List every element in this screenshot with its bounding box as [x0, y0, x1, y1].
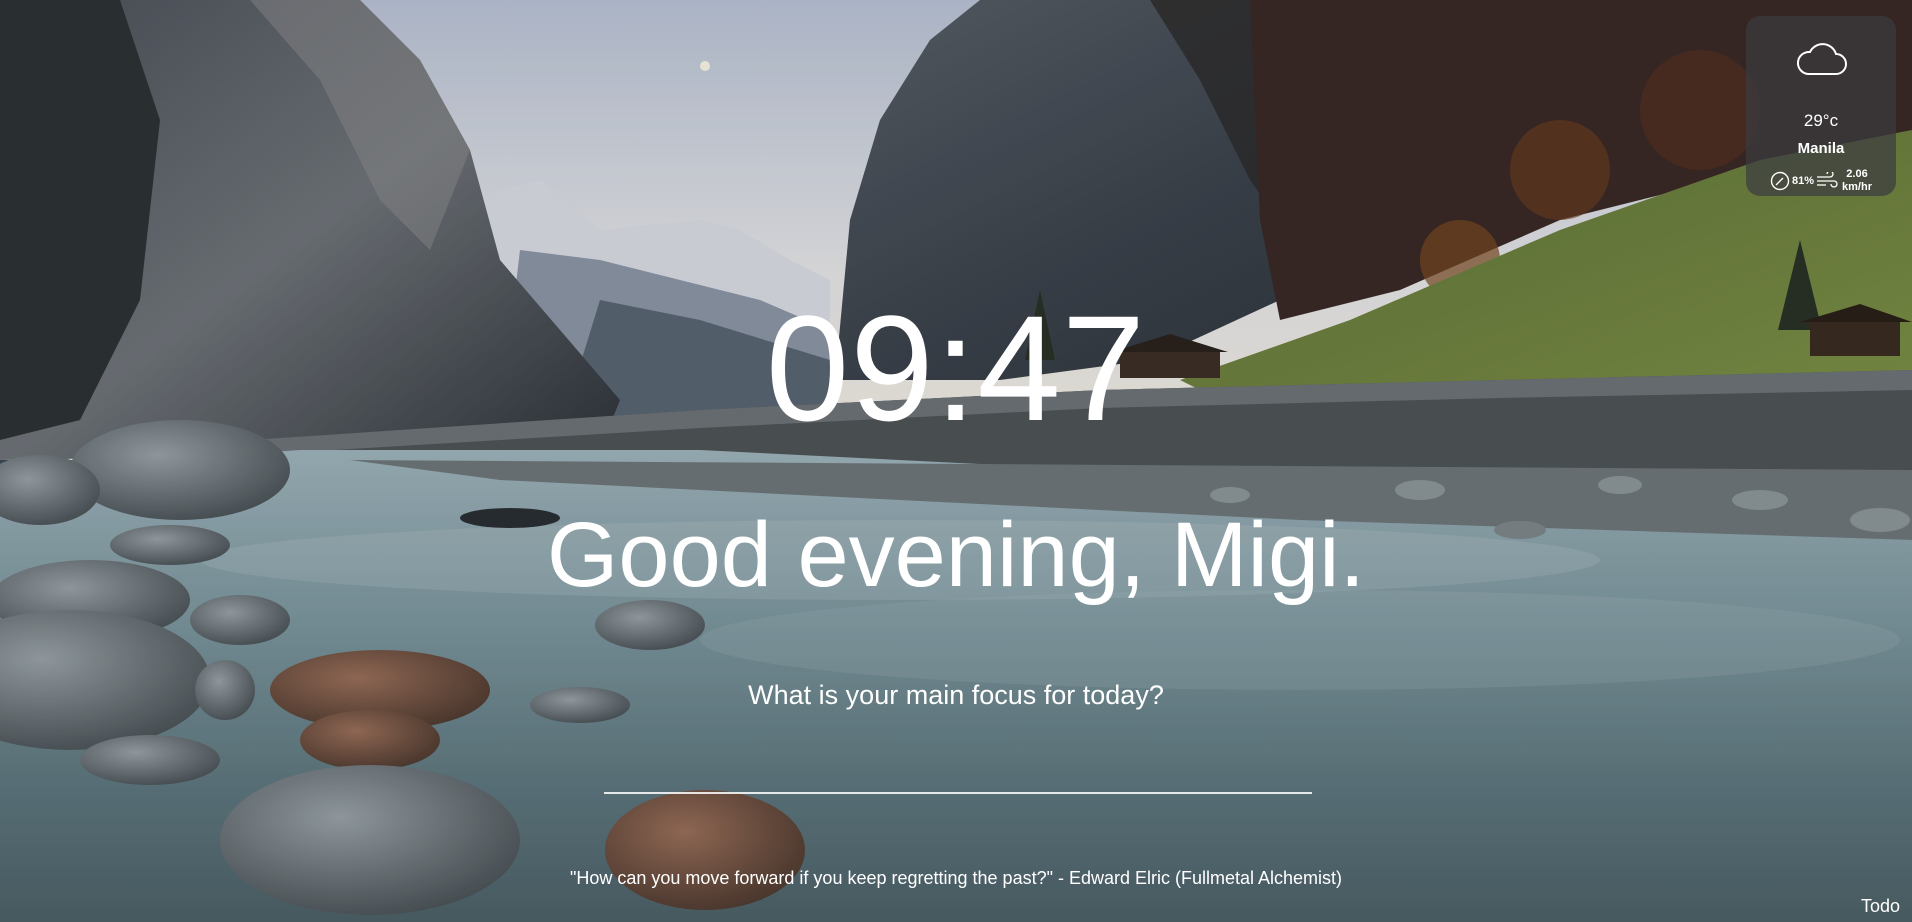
greeting-text: Good evening, Migi. — [546, 504, 1366, 606]
clock-time: 09:47 — [765, 284, 1147, 452]
humidity-gauge-icon — [1770, 171, 1790, 191]
weather-wind-speed: 2.06 — [1846, 168, 1868, 180]
todo-button[interactable]: Todo — [1861, 896, 1900, 917]
momentum-dashboard: 29°c Manila 81% 2.06 km/hr 09:47 Good ev… — [0, 0, 1912, 922]
focus-question: What is your main focus for today? — [748, 680, 1164, 710]
weather-humidity: 81% — [1792, 175, 1815, 187]
weather-widget[interactable]: 29°c Manila 81% 2.06 km/hr — [1746, 16, 1896, 196]
focus-input[interactable] — [604, 740, 1312, 794]
wind-icon — [1817, 172, 1838, 188]
weather-metrics: 81% 2.06 km/hr — [1746, 168, 1896, 194]
weather-wind: 2.06 km/hr — [1842, 168, 1872, 194]
weather-wind-unit: km/hr — [1842, 181, 1872, 193]
weather-temperature: 29°c — [1803, 111, 1839, 130]
weather-city: Manila — [1797, 140, 1845, 157]
cloud-icon — [1796, 43, 1847, 75]
quote-text: "How can you move forward if you keep re… — [569, 868, 1343, 888]
